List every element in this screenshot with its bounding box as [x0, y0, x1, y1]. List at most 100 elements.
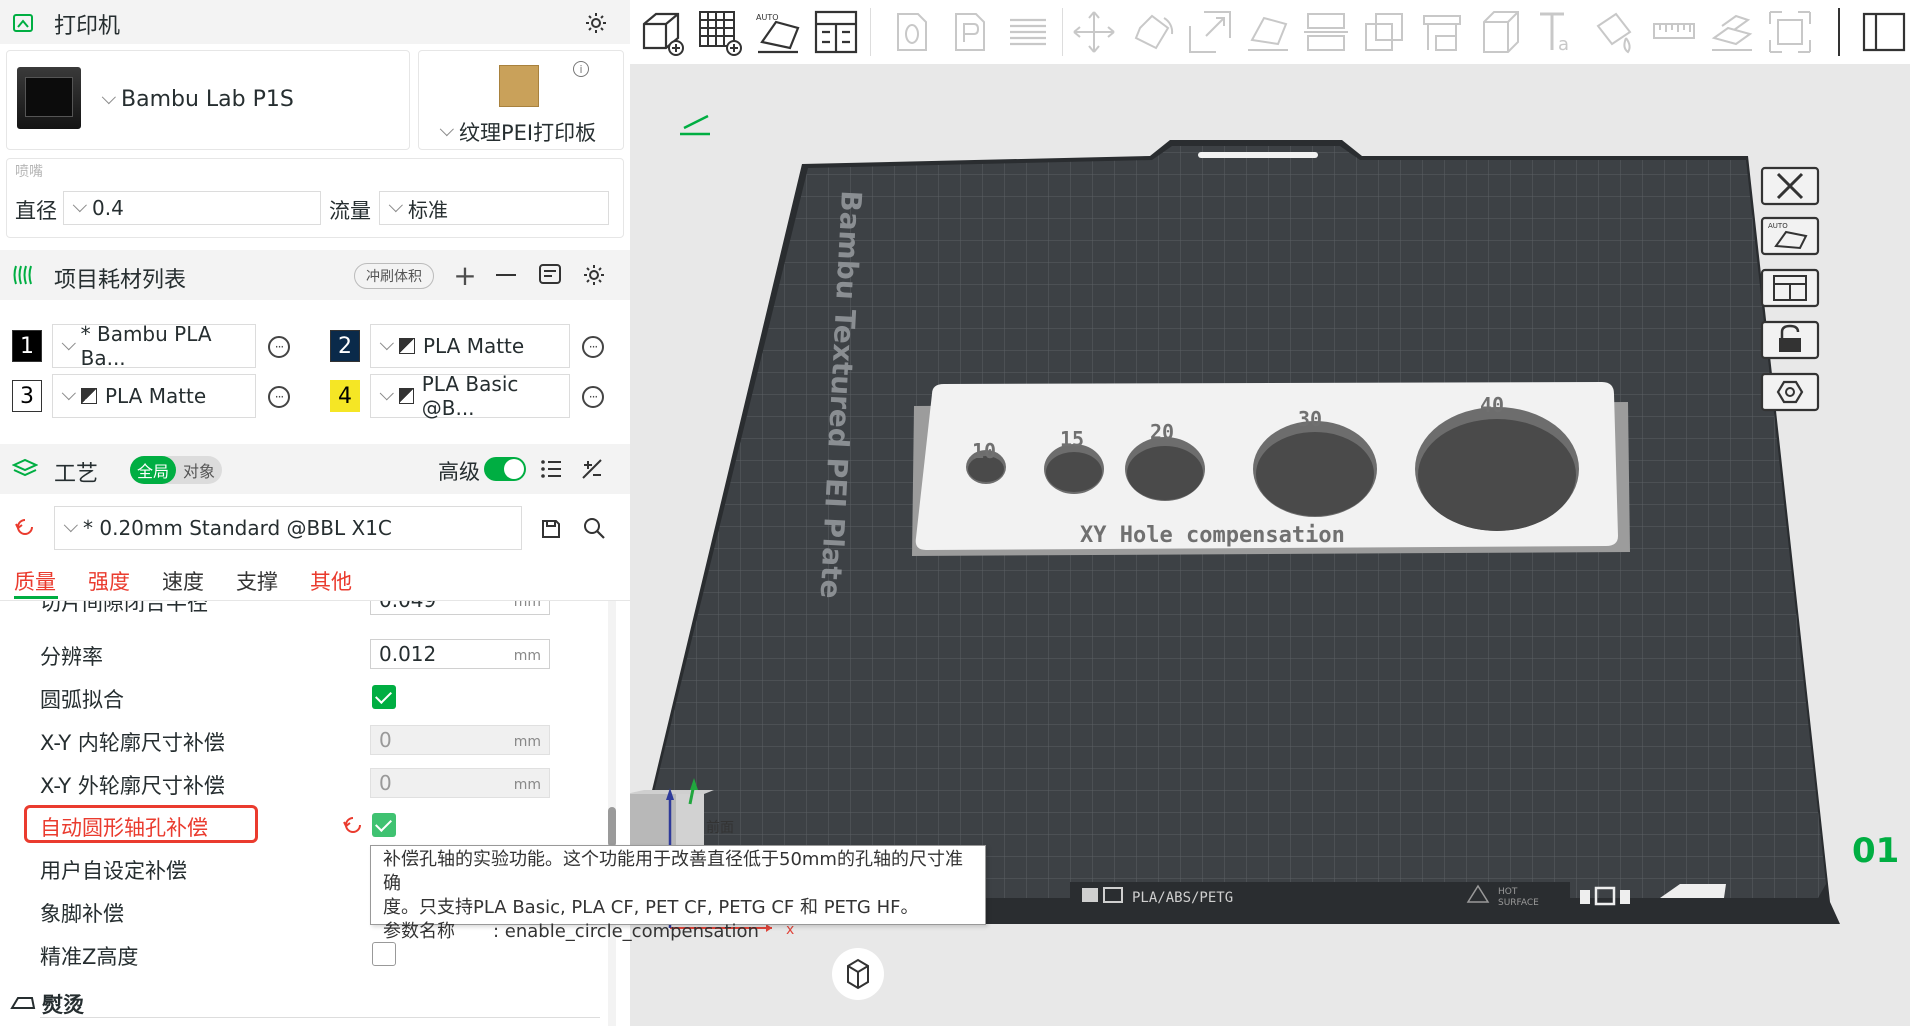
printer-select-card[interactable]: Bambu Lab P1S: [6, 50, 410, 150]
diameter-dropdown[interactable]: 0.4: [63, 191, 321, 225]
svg-text:a: a: [1558, 34, 1569, 55]
save-icon[interactable]: [540, 518, 562, 540]
printer-settings-gear-icon[interactable]: [584, 11, 608, 35]
filament-index-2: 2: [330, 330, 360, 362]
scale-icon[interactable]: [1186, 8, 1234, 56]
xy-contour-compensation-input[interactable]: 0 mm: [370, 768, 550, 798]
resolution-input[interactable]: 0.012 mm: [370, 639, 550, 669]
setting-label: 用户自设定补偿: [40, 859, 187, 883]
model-caption: XY Hole compensation: [1080, 523, 1345, 548]
add-filament-icon[interactable]: +: [452, 259, 478, 292]
arrange-plate-icon[interactable]: [1760, 266, 1822, 310]
tab-quality[interactable]: 质量: [14, 566, 56, 596]
lay-on-face-icon[interactable]: [1244, 8, 1292, 56]
lock-plate-icon[interactable]: [1760, 318, 1822, 362]
printer-model-label: Bambu Lab P1S: [121, 87, 294, 112]
filament-dropdown-2[interactable]: PLA Matte: [370, 324, 570, 368]
edit-plate-name-icon[interactable]: [680, 114, 710, 136]
delete-plate-icon[interactable]: [1760, 164, 1822, 208]
plate-settings-icon[interactable]: [1760, 370, 1822, 414]
arc-fitting-checkbox[interactable]: [372, 685, 396, 709]
search-icon[interactable]: [582, 516, 606, 540]
chevron-down-icon: [72, 198, 87, 213]
list-view-icon[interactable]: [540, 459, 562, 479]
add-plate-icon[interactable]: [696, 8, 744, 56]
filament-more-icon[interactable]: ···: [582, 386, 604, 408]
flow-dropdown[interactable]: 标准: [379, 191, 609, 225]
fit-view-icon[interactable]: [1766, 8, 1814, 56]
ironing-section-title: 熨烫: [42, 993, 84, 1017]
reset-setting-icon[interactable]: [342, 814, 364, 836]
precise-z-height-checkbox[interactable]: [372, 942, 396, 966]
measure-icon[interactable]: [1650, 8, 1698, 56]
filament-more-icon[interactable]: ···: [268, 336, 290, 358]
split-parts-icon[interactable]: [946, 8, 994, 56]
rotate-icon[interactable]: [1128, 8, 1176, 56]
circle-compensation-checkbox[interactable]: [372, 813, 396, 837]
tab-others[interactable]: 其他: [310, 566, 352, 596]
settings-scrollbar-track[interactable]: [608, 601, 616, 1026]
unit-label: mm: [513, 777, 541, 793]
filament-dropdown-3[interactable]: PLA Matte: [52, 374, 256, 418]
printer-section-title: 打印机: [54, 14, 121, 39]
view-cube-front-label[interactable]: 前面: [706, 819, 734, 836]
setting-label: X-Y 内轮廓尺寸补偿: [40, 731, 225, 755]
filament-dropdown-4[interactable]: PLA Basic @B...: [370, 372, 570, 420]
filament-basic-icon: [398, 388, 414, 404]
auto-orient-icon[interactable]: AUTO: [754, 8, 802, 56]
filament-index-4: 4: [330, 380, 360, 412]
hole-label: 30: [1298, 407, 1322, 431]
tooltip-line-1: 补偿孔轴的实验功能。这个功能用于改善直径低于50mm的孔轴的尺寸准确: [383, 849, 963, 894]
filament-more-icon[interactable]: ···: [582, 336, 604, 358]
remove-filament-icon[interactable]: [496, 274, 516, 276]
auto-orient-plate-icon[interactable]: AUTO: [1760, 214, 1822, 258]
tab-strength[interactable]: 强度: [88, 566, 130, 596]
move-icon[interactable]: [1070, 8, 1118, 56]
setting-label: X-Y 外轮廓尺寸补偿: [40, 774, 225, 798]
support-paint-icon[interactable]: [1418, 8, 1466, 56]
printer-model-dropdown[interactable]: Bambu Lab P1S: [101, 87, 294, 112]
layers-list-icon[interactable]: [1004, 8, 1052, 56]
flush-volume-button[interactable]: 冲刷体积: [354, 263, 434, 289]
color-paint-icon[interactable]: [1592, 8, 1640, 56]
setting-label: 象脚补偿: [40, 902, 124, 926]
add-object-icon[interactable]: [638, 8, 686, 56]
process-profile-dropdown[interactable]: * 0.20mm Standard @BBL X1C: [54, 506, 522, 550]
filament-settings-gear-icon[interactable]: [582, 263, 606, 287]
printer-section-header: 打印机: [0, 0, 630, 44]
mesh-boolean-icon[interactable]: [1360, 8, 1408, 56]
seam-paint-icon[interactable]: [1476, 8, 1524, 56]
plate-select-card[interactable]: i 纹理PEI打印板: [418, 50, 624, 150]
advanced-toggle-switch[interactable]: [484, 457, 526, 481]
filament-more-icon[interactable]: ···: [268, 386, 290, 408]
cut-icon[interactable]: [1302, 8, 1350, 56]
info-icon[interactable]: i: [573, 61, 589, 77]
chevron-down-icon: [61, 386, 76, 401]
compare-params-icon[interactable]: [580, 457, 604, 481]
split-objects-icon[interactable]: [888, 8, 936, 56]
assembly-icon[interactable]: [1708, 8, 1756, 56]
filament-sync-icon[interactable]: [538, 263, 564, 287]
filament-index-1: 1: [12, 330, 42, 362]
slice-gap-closing-radius-input[interactable]: 0.049 mm: [370, 601, 550, 615]
xy-hole-compensation-input[interactable]: 0 mm: [370, 725, 550, 755]
tab-support[interactable]: 支撑: [236, 566, 278, 596]
reset-profile-icon[interactable]: [14, 516, 36, 538]
setting-label: 圆弧拟合: [40, 688, 124, 712]
object-toggle-option[interactable]: 对象: [176, 456, 222, 484]
chevron-down-icon: [379, 386, 394, 401]
filament-dropdown-1[interactable]: * Bambu PLA Ba...: [52, 322, 256, 370]
tab-speed[interactable]: 速度: [162, 566, 204, 596]
collapse-sidebar-icon[interactable]: [1860, 8, 1908, 56]
settings-scrollbar-thumb[interactable]: [608, 807, 616, 847]
chevron-down-icon: [63, 518, 78, 533]
hot-surface-label-1: HOT: [1498, 887, 1518, 897]
printer-icon: [13, 14, 33, 32]
global-toggle-option[interactable]: 全局: [130, 456, 176, 484]
flow-value: 标准: [408, 197, 448, 222]
hole-label: 40: [1480, 393, 1504, 417]
global-object-toggle[interactable]: 全局 对象: [130, 456, 222, 484]
plate-type-dropdown[interactable]: 纹理PEI打印板: [439, 117, 596, 147]
arrange-icon[interactable]: [812, 8, 860, 56]
text-icon[interactable]: a: [1534, 8, 1582, 56]
